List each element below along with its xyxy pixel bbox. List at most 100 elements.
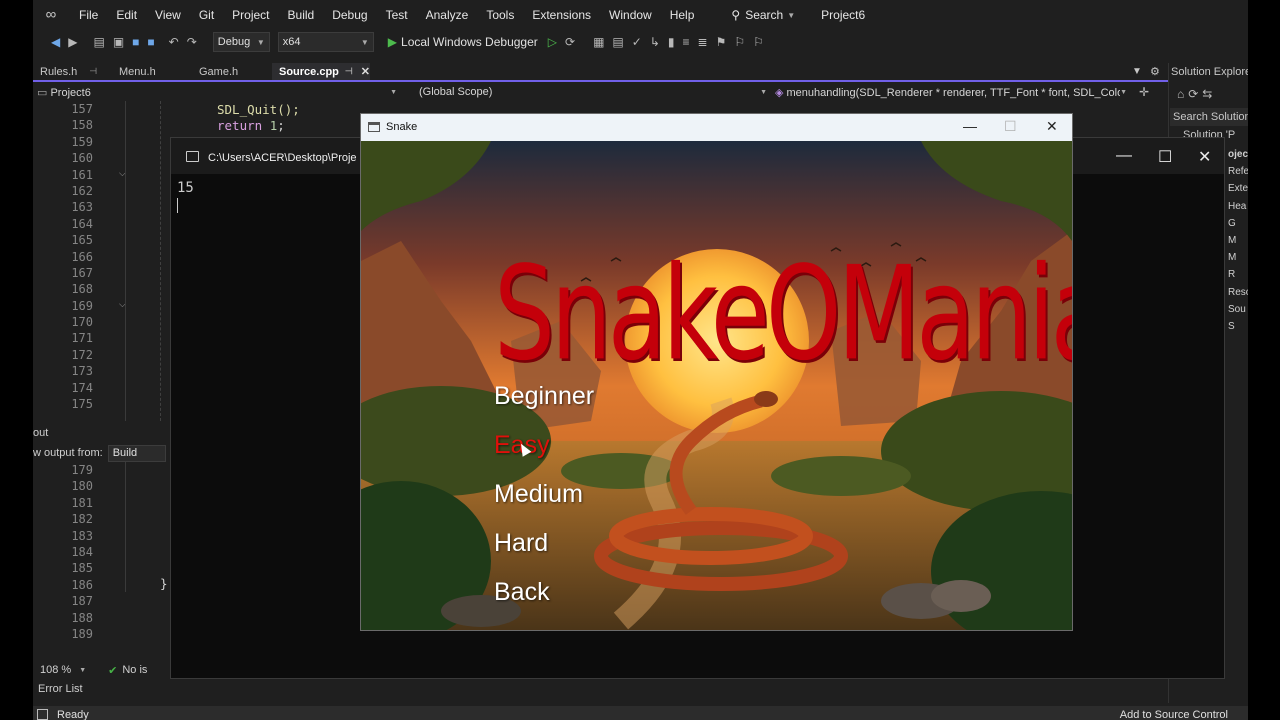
- close-icon[interactable]: ✕: [361, 65, 370, 78]
- chevron-down-icon[interactable]: ▼: [79, 667, 86, 674]
- maximize-icon[interactable]: ☐: [1158, 147, 1172, 167]
- pin-icon[interactable]: ⊣: [89, 66, 97, 77]
- code-editor-lower[interactable]: 179 180 181 182 183 184 185 186 187 188 …: [33, 462, 168, 642]
- game-canvas[interactable]: SnakeOMania Beginner Easy Medium Hard Ba…: [361, 141, 1072, 630]
- menu-option-back[interactable]: Back: [494, 578, 550, 607]
- spell-check-icon[interactable]: ✓: [632, 35, 642, 49]
- menu-option-medium[interactable]: Medium: [494, 480, 583, 509]
- line-number: 182: [71, 512, 93, 527]
- document-tabs: Rules.h ⊣ Menu.h Game.h Source.cpp ⊣ ✕: [33, 63, 1168, 82]
- snake-title-bar[interactable]: Snake — ☐ ✕: [361, 114, 1072, 141]
- menu-edit[interactable]: Edit: [116, 8, 146, 22]
- minimize-icon[interactable]: —: [1116, 147, 1132, 165]
- bookmark-icon[interactable]: ⚑: [716, 35, 727, 49]
- redo-icon[interactable]: ↷: [187, 35, 197, 49]
- menu-extensions[interactable]: Extensions: [532, 8, 600, 22]
- solution-tree-item[interactable]: M: [1225, 232, 1248, 249]
- breakpoint-icon[interactable]: ▮: [668, 35, 675, 49]
- line-number: 180: [71, 479, 93, 494]
- menu-build[interactable]: Build: [288, 8, 324, 22]
- solution-search-input[interactable]: Search Solution: [1170, 108, 1248, 126]
- toolbox-icon[interactable]: ▦: [593, 35, 604, 49]
- comment-icon[interactable]: ≡: [682, 35, 689, 49]
- maximize-icon: ☐: [1004, 118, 1017, 134]
- solution-tree-item[interactable]: Refe: [1225, 163, 1248, 180]
- tab-game-h[interactable]: Game.h: [192, 63, 272, 80]
- close-icon[interactable]: ✕: [1198, 147, 1211, 167]
- tab-rules-h[interactable]: Rules.h ⊣: [33, 63, 112, 80]
- menu-window[interactable]: Window: [609, 8, 661, 22]
- line-number: 186: [71, 577, 93, 592]
- search-icon: ⚲: [731, 8, 741, 22]
- solution-tree-item[interactable]: S: [1225, 318, 1248, 335]
- function-dropdown[interactable]: ◈ menuhandling(SDL_Renderer * renderer, …: [771, 84, 1131, 100]
- check-icon: ✔: [108, 664, 118, 677]
- chevron-down-icon: ▼: [1120, 88, 1127, 96]
- snake-window-title: Snake: [386, 121, 418, 133]
- menu-analyze[interactable]: Analyze: [426, 8, 478, 22]
- solution-tree-item[interactable]: Exte: [1225, 180, 1248, 197]
- menu-file[interactable]: File: [79, 8, 107, 22]
- solution-tree-item[interactable]: Reso: [1225, 284, 1248, 301]
- hot-reload-icon[interactable]: ⟳: [565, 35, 575, 49]
- output-source-row: w output from: Build: [33, 444, 166, 462]
- new-item-icon[interactable]: ▤: [93, 35, 104, 49]
- notification-icon[interactable]: [37, 709, 48, 720]
- bookmark-prev-icon[interactable]: ⚐: [734, 35, 745, 49]
- tab-list-dropdown-icon[interactable]: ▼: [1132, 66, 1142, 77]
- configuration-select[interactable]: Debug ▼: [212, 32, 270, 52]
- tab-source-cpp[interactable]: Source.cpp ⊣ ✕: [272, 63, 370, 80]
- menu-tools[interactable]: Tools: [486, 8, 523, 22]
- scope-dropdown[interactable]: (Global Scope) ▼: [401, 84, 771, 100]
- layout-icon[interactable]: ▤: [612, 35, 623, 49]
- start-debugging-button[interactable]: Local Windows Debugger: [401, 35, 538, 49]
- solution-tree-item[interactable]: M: [1225, 249, 1248, 266]
- issues-text[interactable]: No is: [122, 664, 147, 676]
- solution-tree-item[interactable]: Sou: [1225, 301, 1248, 318]
- error-list-tab[interactable]: Error List: [38, 683, 83, 695]
- back-icon[interactable]: ◀: [51, 35, 60, 49]
- search-button[interactable]: ⚲ Search ▼: [731, 8, 795, 22]
- solution-explorer-toolbar[interactable]: ⌂⟳⇆: [1177, 87, 1216, 101]
- menu-git[interactable]: Git: [199, 8, 223, 22]
- platform-select[interactable]: x64 ▼: [277, 32, 374, 52]
- line-number: 185: [71, 561, 93, 576]
- menu-option-beginner[interactable]: Beginner: [494, 382, 594, 411]
- minimize-icon[interactable]: —: [963, 118, 977, 134]
- solution-explorer-title[interactable]: Solution Explore: [1171, 66, 1248, 78]
- snake-window[interactable]: Snake — ☐ ✕ SnakeOMania Beginner Easy Me…: [360, 113, 1073, 631]
- menu-option-hard[interactable]: Hard: [494, 529, 548, 558]
- add-to-source-control-button[interactable]: Add to Source Control: [1120, 709, 1228, 720]
- line-number: 170: [71, 315, 93, 330]
- menu-test[interactable]: Test: [386, 8, 417, 22]
- open-folder-icon[interactable]: ▣: [113, 35, 124, 49]
- close-icon[interactable]: ✕: [1046, 118, 1058, 135]
- save-all-icon[interactable]: ■: [147, 35, 154, 49]
- tab-menu-h[interactable]: Menu.h: [112, 63, 192, 80]
- undo-icon[interactable]: ↶: [169, 35, 179, 49]
- split-icon[interactable]: ✛: [1139, 85, 1149, 99]
- line-number: 171: [71, 331, 93, 346]
- output-source-select[interactable]: Build: [107, 444, 166, 462]
- menu-project[interactable]: Project: [232, 8, 278, 22]
- solution-tree-item[interactable]: G: [1225, 215, 1248, 232]
- save-icon[interactable]: ■: [132, 35, 139, 49]
- step-icon[interactable]: ↳: [650, 35, 660, 49]
- zoom-level[interactable]: 108 %: [40, 664, 71, 676]
- uncomment-icon[interactable]: ≣: [698, 35, 708, 49]
- menu-view[interactable]: View: [155, 8, 190, 22]
- project-dropdown[interactable]: ▭ Project6 ▼: [33, 84, 401, 100]
- solution-tree-item[interactable]: R: [1225, 266, 1248, 283]
- start-without-debugging-icon[interactable]: ▷: [548, 35, 557, 49]
- menu-help[interactable]: Help: [670, 8, 704, 22]
- settings-gear-icon[interactable]: ⚙: [1150, 65, 1160, 78]
- pin-icon[interactable]: ⊣: [345, 66, 353, 77]
- menu-debug[interactable]: Debug: [332, 8, 376, 22]
- line-number: 168: [71, 282, 93, 297]
- tab-label: Source.cpp: [279, 65, 339, 78]
- start-debugging-icon[interactable]: ▶: [388, 35, 397, 49]
- solution-tree-item[interactable]: oject: [1225, 146, 1248, 163]
- bookmark-next-icon[interactable]: ⚐: [753, 35, 764, 49]
- forward-icon[interactable]: ▶: [68, 35, 77, 49]
- solution-tree-item[interactable]: Hea: [1225, 198, 1248, 215]
